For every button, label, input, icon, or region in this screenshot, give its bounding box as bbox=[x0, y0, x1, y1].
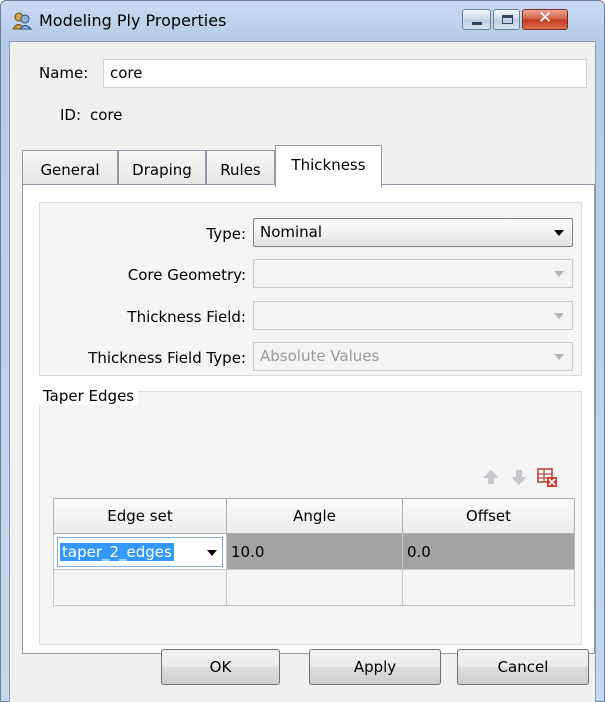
tab-thickness[interactable]: Thickness bbox=[275, 145, 382, 187]
taper-edges-table: Edge set Angle Offset taper_2_edges 10.0… bbox=[53, 498, 575, 606]
tab-draping-label: Draping bbox=[132, 161, 192, 179]
empty-cell[interactable] bbox=[53, 569, 227, 606]
table-header-row: Edge set Angle Offset bbox=[53, 498, 575, 534]
cancel-button[interactable]: Cancel bbox=[457, 649, 589, 685]
edge-set-cell[interactable]: taper_2_edges bbox=[53, 533, 227, 570]
empty-cell[interactable] bbox=[226, 569, 403, 606]
thickness-field-type-select: Absolute Values bbox=[253, 342, 573, 371]
thickness-panel: Type: Nominal Core Geometry: Thickness F… bbox=[22, 184, 595, 654]
thickness-settings-group: Type: Nominal Core Geometry: Thickness F… bbox=[39, 202, 582, 376]
move-down-icon[interactable] bbox=[508, 466, 530, 488]
title-bar[interactable]: Modeling Ply Properties ✕ bbox=[1, 1, 604, 41]
thickness-field-type-label: Thickness Field Type: bbox=[88, 349, 246, 367]
type-value: Nominal bbox=[260, 223, 323, 241]
empty-cell[interactable] bbox=[402, 569, 575, 606]
chevron-down-icon bbox=[554, 230, 564, 236]
tab-rules-label: Rules bbox=[220, 161, 261, 179]
ok-button[interactable]: OK bbox=[161, 649, 280, 685]
thickness-field-label: Thickness Field: bbox=[127, 308, 246, 326]
move-up-icon[interactable] bbox=[480, 466, 502, 488]
name-label: Name: bbox=[39, 64, 89, 82]
tab-general-label: General bbox=[40, 161, 100, 179]
column-header-edge-set[interactable]: Edge set bbox=[53, 498, 227, 534]
core-geometry-label: Core Geometry: bbox=[127, 266, 246, 284]
dialog-window: Modeling Ply Properties ✕ Name: core ID:… bbox=[0, 0, 605, 702]
app-icon bbox=[12, 12, 32, 30]
dialog-body: Name: core ID: core General Draping Rule… bbox=[9, 41, 596, 702]
taper-edges-title: Taper Edges bbox=[39, 387, 139, 405]
angle-cell[interactable]: 10.0 bbox=[226, 533, 403, 570]
type-select[interactable]: Nominal bbox=[253, 218, 573, 247]
close-button[interactable]: ✕ bbox=[522, 8, 568, 30]
delete-row-icon[interactable] bbox=[536, 466, 558, 488]
chevron-down-icon bbox=[554, 354, 564, 360]
minimize-icon bbox=[472, 22, 482, 25]
type-label: Type: bbox=[206, 225, 246, 243]
column-header-angle[interactable]: Angle bbox=[226, 498, 403, 534]
table-row[interactable]: taper_2_edges 10.0 0.0 bbox=[53, 533, 575, 570]
table-row-empty[interactable] bbox=[53, 569, 575, 606]
close-icon: ✕ bbox=[538, 8, 553, 28]
thickness-field-type-value: Absolute Values bbox=[260, 347, 380, 365]
chevron-down-icon bbox=[554, 271, 564, 277]
maximize-icon bbox=[502, 15, 513, 24]
tab-thickness-label: Thickness bbox=[291, 156, 366, 174]
id-label: ID: bbox=[60, 106, 82, 124]
minimize-button[interactable] bbox=[462, 9, 491, 30]
edge-set-dropdown[interactable]: taper_2_edges bbox=[57, 536, 223, 567]
chevron-down-icon bbox=[207, 549, 217, 556]
tab-rules[interactable]: Rules bbox=[206, 150, 275, 186]
id-value: core bbox=[90, 106, 123, 124]
window-title: Modeling Ply Properties bbox=[39, 11, 227, 30]
tab-draping[interactable]: Draping bbox=[118, 150, 206, 186]
chevron-down-icon bbox=[554, 313, 564, 319]
apply-button[interactable]: Apply bbox=[309, 649, 441, 685]
tab-general[interactable]: General bbox=[22, 150, 118, 186]
maximize-button[interactable] bbox=[493, 9, 520, 30]
offset-cell[interactable]: 0.0 bbox=[402, 533, 575, 570]
edge-set-value: taper_2_edges bbox=[60, 542, 174, 561]
core-geometry-select bbox=[253, 259, 573, 288]
column-header-offset[interactable]: Offset bbox=[402, 498, 575, 534]
name-input[interactable]: core bbox=[103, 59, 587, 88]
thickness-field-select bbox=[253, 301, 573, 330]
